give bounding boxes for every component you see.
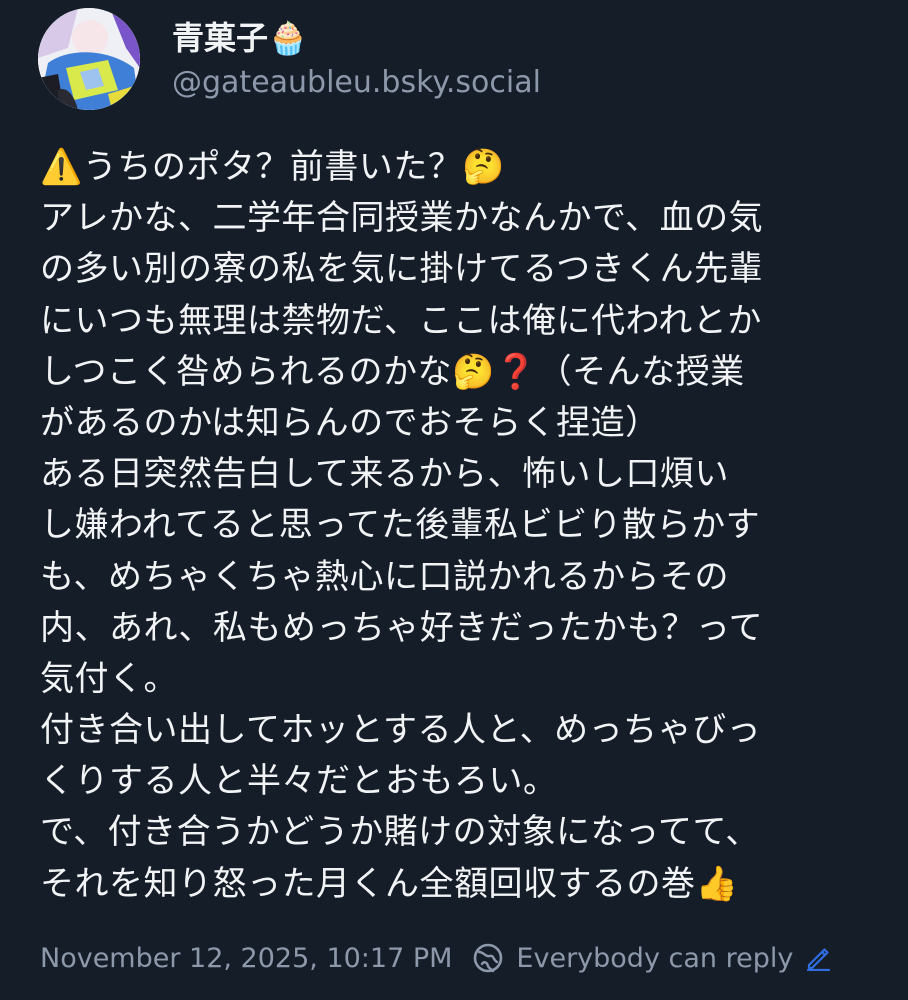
post-text-line: の多い別の寮の私を気に掛けてるつきくん先輩	[40, 249, 764, 290]
post-text: ⚠️うちのポタ？前書いた？🤔 アレかな、二学年合同授業かなんかで、血の気 の多い…	[40, 142, 890, 910]
post-text-line: も、めちゃくちゃ熱心に口説かれるからその	[40, 556, 729, 597]
post-text-line: それを知り怒った月くん全額回収するの巻👍	[40, 863, 739, 904]
avatar-image	[38, 8, 140, 110]
post-text-line: アレかな、二学年合同授業かなんかで、血の気	[40, 198, 764, 239]
author-display-name[interactable]: 青菓子🧁	[172, 18, 308, 58]
post-text-line: 付き合い出してホッとする人と、めっちゃびっ	[40, 710, 762, 751]
post-text-line: しつこく咎められるのかな🤔❓（そんな授業	[40, 351, 745, 392]
post-text-line: で、付き合うかどうか賭けの対象になってて、	[40, 812, 760, 853]
author-avatar[interactable]	[38, 8, 140, 110]
post-text-line: 内、あれ、私もめっちゃ好きだったかも？って	[40, 607, 764, 648]
pencil-icon[interactable]	[805, 945, 831, 972]
post-thread-item: 青菓子🧁 @gateaubleu.bsky.social ⚠️うちのポタ？前書い…	[0, 0, 908, 1000]
globe-icon[interactable]	[470, 940, 506, 976]
post-text-line: があるのかは知らんのでおそらく捏造）	[40, 402, 660, 443]
post-text-line: ある日突然告白して来るから、怖いし口煩い	[40, 454, 729, 495]
post-text-line: ⚠️うちのポタ？前書いた？🤔	[40, 147, 506, 187]
post-text-line: 気付く。	[40, 658, 178, 699]
post-text-line: にいつも無理は禁物だ、ここは俺に代われとか	[40, 300, 762, 341]
author-handle[interactable]: @gateaubleu.bsky.social	[172, 64, 541, 102]
post-text-line: し嫌われてると思ってた後輩私ビビり散らかす	[40, 505, 761, 546]
post-timestamp[interactable]: November 12, 2025, 10:17 PM	[40, 943, 452, 974]
post-footer: November 12, 2025, 10:17 PM Everybody ca…	[40, 936, 831, 980]
post-text-line: くりする人と半々だとおもろい。	[40, 761, 558, 802]
reply-setting-label[interactable]: Everybody can reply	[516, 943, 793, 974]
